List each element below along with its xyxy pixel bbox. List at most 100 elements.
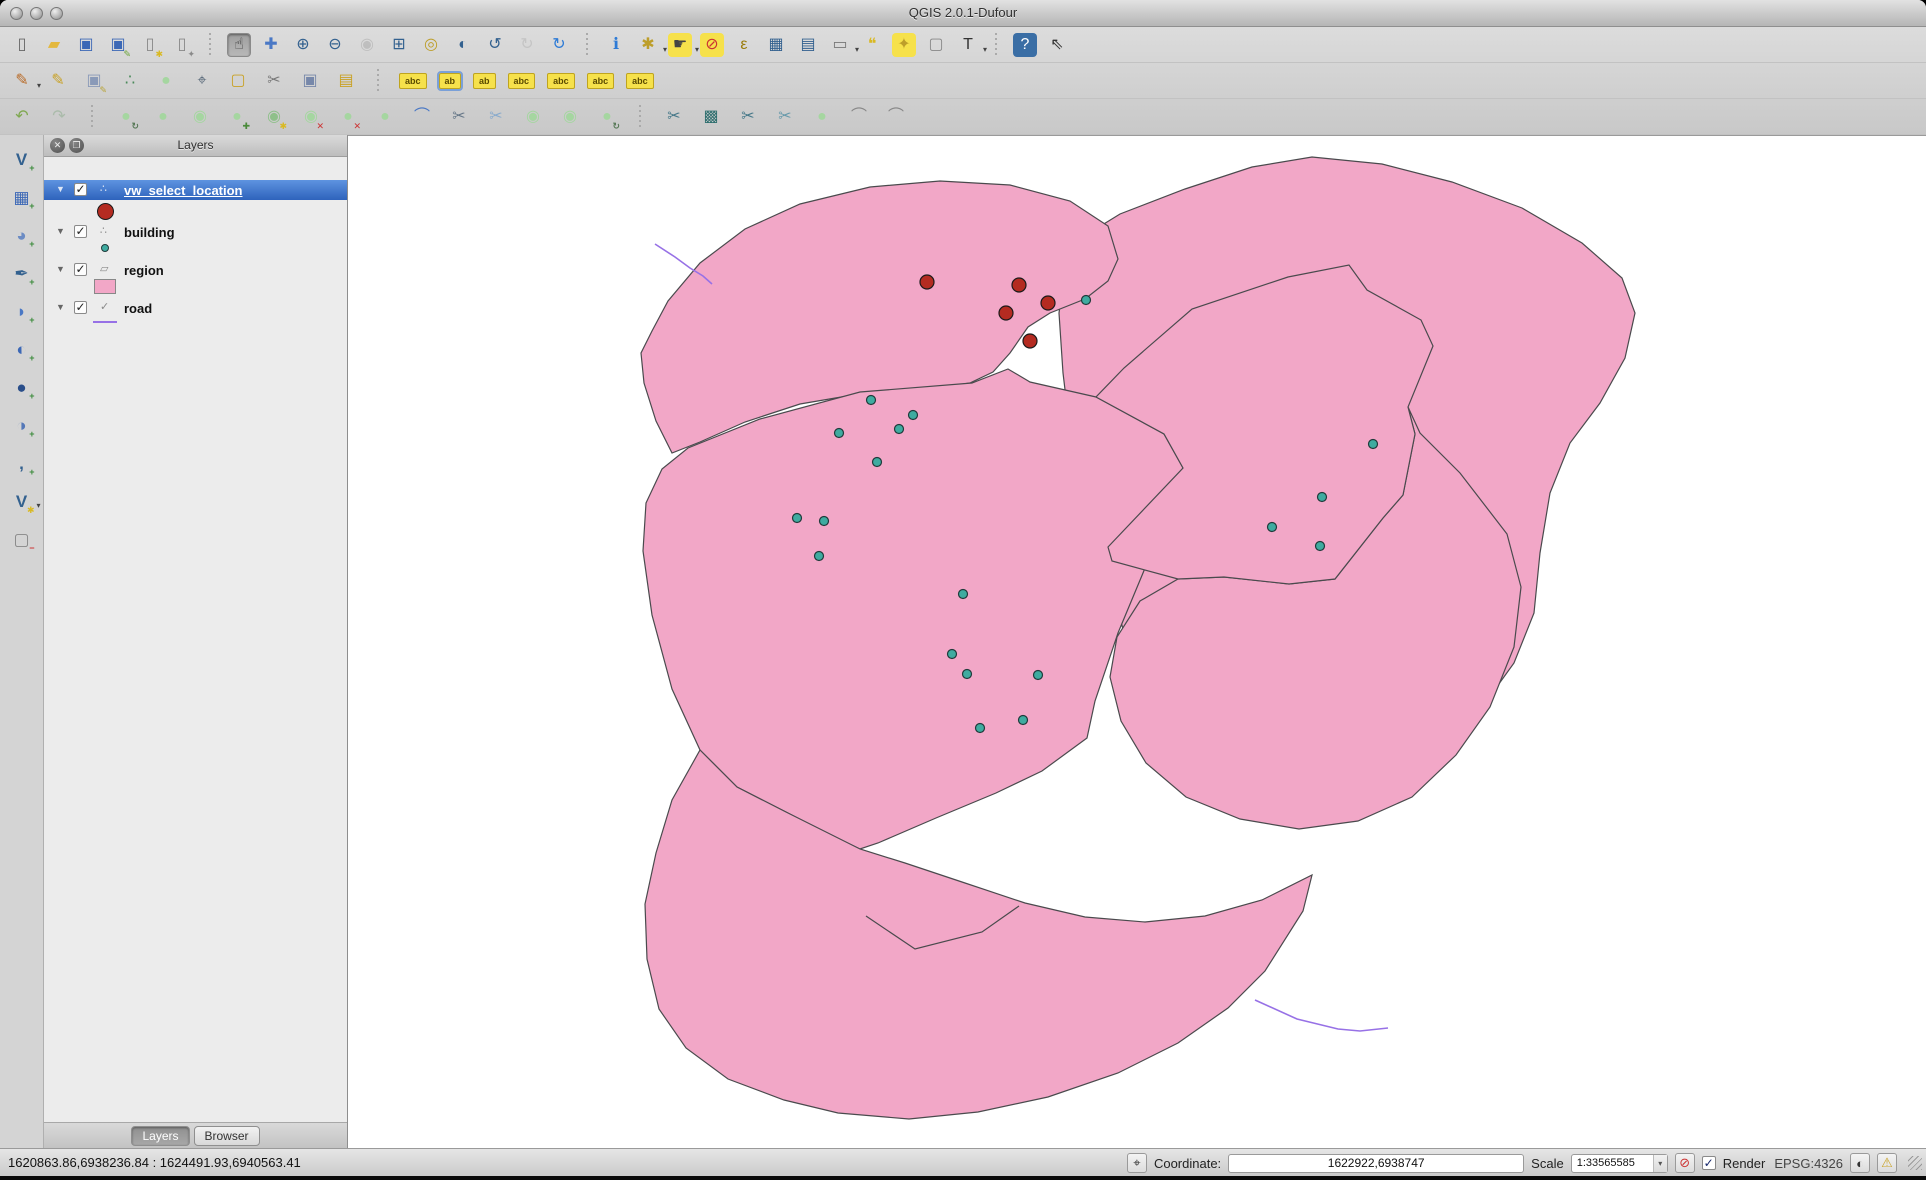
plugin-tool-4-button[interactable]: ✂	[773, 105, 797, 129]
show-hide-labels-icon[interactable]: abc	[508, 73, 536, 89]
remove-layer-button[interactable]: ▢−	[10, 527, 34, 551]
layer-visibility-checkbox[interactable]: ✓	[74, 263, 87, 276]
panel-tab-browser[interactable]: Browser	[194, 1126, 260, 1146]
delete-part-button[interactable]: ●✕	[336, 105, 360, 129]
new-shapefile-layer-button[interactable]: V✱▾	[10, 489, 34, 513]
zoom-native-button[interactable]: ◉	[355, 33, 379, 57]
add-wms-layer-button[interactable]: ◐+	[10, 337, 34, 361]
split-features-button[interactable]: ✂	[447, 105, 471, 129]
change-label-properties-icon[interactable]: abc	[626, 73, 654, 89]
chevron-down-icon[interactable]: ▾	[695, 46, 699, 54]
plugin-tool-7-button[interactable]: ⌒	[884, 105, 908, 129]
add-part-button[interactable]: ●✚	[225, 105, 249, 129]
delete-ring-button[interactable]: ◉✕	[299, 105, 323, 129]
layer-visibility-checkbox[interactable]: ✓	[74, 183, 87, 196]
save-project-as-button[interactable]: ▣✎	[106, 33, 130, 57]
add-feature-button[interactable]: ∴	[118, 69, 142, 93]
map-canvas[interactable]	[348, 135, 1926, 1148]
merge-features-button[interactable]: ◉	[521, 105, 545, 129]
help-button[interactable]: ?	[1013, 33, 1037, 57]
merge-attributes-button[interactable]: ◉	[558, 105, 582, 129]
crs-status-button[interactable]: ◐	[1850, 1153, 1870, 1173]
run-feature-action-button[interactable]: ✱▾	[636, 33, 660, 57]
layer-name[interactable]: building	[124, 225, 175, 240]
add-postgis-layer-button[interactable]: ◕+	[10, 223, 34, 247]
split-parts-button[interactable]: ✂	[484, 105, 508, 129]
map-tips-button[interactable]: ❝	[860, 33, 884, 57]
layer-name[interactable]: region	[124, 263, 164, 278]
render-checkbox[interactable]: ✓	[1702, 1156, 1716, 1170]
add-vector-layer-button[interactable]: V+	[10, 147, 34, 171]
layer-item-region[interactable]: ▼✓▱region	[44, 260, 347, 280]
new-bookmark-button[interactable]: ✦	[892, 33, 916, 57]
add-raster-layer-button[interactable]: ▦+	[10, 185, 34, 209]
scale-combobox[interactable]: 1:33565585 ▾	[1571, 1154, 1668, 1173]
zoom-last-button[interactable]: ↺	[483, 33, 507, 57]
node-tool-button[interactable]: ⌖	[190, 69, 214, 93]
move-feature-button[interactable]: ●	[154, 69, 178, 93]
zoom-in-button[interactable]: ⊕	[291, 33, 315, 57]
resize-grip[interactable]	[1908, 1156, 1922, 1170]
chevron-down-icon[interactable]: ▾	[663, 46, 667, 54]
add-ring-button[interactable]: ◉	[188, 105, 212, 129]
open-project-button[interactable]: ▰	[42, 33, 66, 57]
zoom-next-button[interactable]: ↻	[515, 33, 539, 57]
rotate-feature-button[interactable]: ●↻	[114, 105, 138, 129]
plugin-tool-5-button[interactable]: ●	[810, 105, 834, 129]
select-features-button[interactable]: ☛▾	[668, 33, 692, 57]
chevron-down-icon[interactable]: ▾	[1653, 1155, 1667, 1172]
plugin-tool-3-button[interactable]: ✂	[736, 105, 760, 129]
add-wfs-layer-button[interactable]: ◑+	[10, 413, 34, 437]
simplify-feature-button[interactable]: ●	[151, 105, 175, 129]
save-layer-edits-button[interactable]: ▣✎	[82, 69, 106, 93]
expand-triangle-icon[interactable]: ▼	[56, 302, 65, 312]
plugin-tool-1-button[interactable]: ✂	[662, 105, 686, 129]
toggle-editing-button[interactable]: ✎	[46, 69, 70, 93]
mouse-position-toggle-button[interactable]: ⌖	[1127, 1153, 1147, 1173]
layer-visibility-checkbox[interactable]: ✓	[74, 301, 87, 314]
layer-item-building[interactable]: ▼✓∴building	[44, 222, 347, 242]
expand-triangle-icon[interactable]: ▼	[56, 184, 65, 194]
refresh-map-button[interactable]: ↻	[547, 33, 571, 57]
measure-button[interactable]: ▭▾	[828, 33, 852, 57]
cut-features-button[interactable]: ✂	[262, 69, 286, 93]
field-calculator-button[interactable]: ▤	[796, 33, 820, 57]
redo-button[interactable]: ↷	[47, 105, 71, 129]
messages-button[interactable]: ⚠	[1877, 1153, 1897, 1173]
plugin-tool-6-button[interactable]: ⌒	[847, 105, 871, 129]
expand-triangle-icon[interactable]: ▼	[56, 264, 65, 274]
layer-item-road[interactable]: ▼✓✓road	[44, 298, 347, 318]
zoom-full-button[interactable]: ⊞	[387, 33, 411, 57]
chevron-down-icon[interactable]: ▾	[36, 502, 40, 510]
add-delimited-text-layer-button[interactable]: ,+	[10, 451, 34, 475]
expand-triangle-icon[interactable]: ▼	[56, 226, 65, 236]
add-wcs-layer-button[interactable]: ●+	[10, 375, 34, 399]
zoom-out-button[interactable]: ⊖	[323, 33, 347, 57]
layer-name[interactable]: vw_select_location	[124, 183, 243, 198]
fill-ring-button[interactable]: ◉✱	[262, 105, 286, 129]
open-attribute-table-button[interactable]: ▦	[764, 33, 788, 57]
composer-manager-button[interactable]: ▯✦	[170, 33, 194, 57]
panel-tab-layers[interactable]: Layers	[131, 1126, 189, 1146]
plugin-tool-2-button[interactable]: ▩	[699, 105, 723, 129]
offset-curve-button[interactable]: ⌒	[410, 105, 434, 129]
current-edits-button[interactable]: ✎▾	[10, 69, 34, 93]
whats-this-button[interactable]: ⇖	[1045, 33, 1069, 57]
text-annotation-button[interactable]: T▾	[956, 33, 980, 57]
zoom-to-layer-button[interactable]: ◐	[451, 33, 475, 57]
chevron-down-icon[interactable]: ▾	[983, 46, 987, 54]
highlight-labels-icon[interactable]: ab	[473, 73, 496, 89]
layer-name[interactable]: road	[124, 301, 152, 316]
zoom-to-selection-button[interactable]: ◎	[419, 33, 443, 57]
stop-rendering-button[interactable]: ⊘	[1675, 1153, 1695, 1173]
add-spatialite-layer-button[interactable]: ✒+	[10, 261, 34, 285]
pan-map-button[interactable]: ☝	[227, 33, 251, 57]
paste-features-button[interactable]: ▤	[334, 69, 358, 93]
select-by-expression-button[interactable]: ε	[732, 33, 756, 57]
identify-features-button[interactable]: ℹ	[604, 33, 628, 57]
copy-features-button[interactable]: ▣	[298, 69, 322, 93]
rotate-point-symbols-button[interactable]: ●↻	[595, 105, 619, 129]
new-project-button[interactable]: ▯	[10, 33, 34, 57]
show-bookmarks-button[interactable]: ▢	[924, 33, 948, 57]
pin-labels-icon[interactable]: ab	[439, 73, 462, 89]
